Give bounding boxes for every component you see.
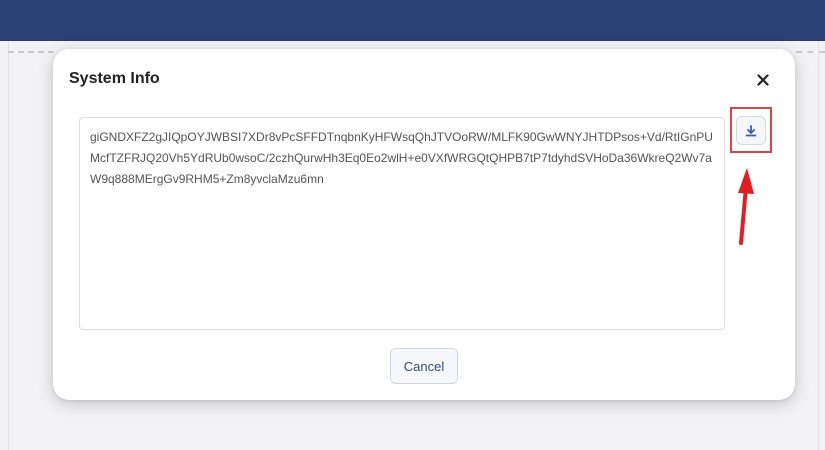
divider-right	[796, 51, 825, 53]
cancel-button[interactable]: Cancel	[390, 348, 458, 384]
dialog-title: System Info	[69, 70, 160, 87]
system-info-content[interactable]: giGNDXFZ2gJIQpOYJWBSI7XDr8vPcSFFDTnqbnKy…	[79, 117, 725, 330]
download-icon	[745, 124, 757, 136]
top-navigation-bar	[0, 0, 825, 41]
download-button[interactable]	[736, 116, 766, 145]
system-info-dialog: System Info giGNDXFZ2gJIQpOYJWBSI7XDr8vP…	[53, 49, 795, 400]
close-icon	[757, 74, 769, 86]
divider-left	[8, 51, 54, 53]
annotation-arrow	[738, 168, 754, 245]
close-button[interactable]	[750, 67, 776, 93]
